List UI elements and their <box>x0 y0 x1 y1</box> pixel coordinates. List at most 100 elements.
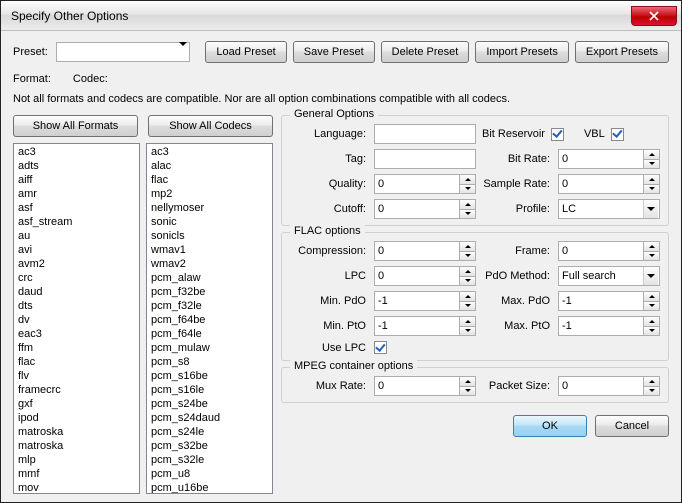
list-item[interactable]: avi <box>14 243 139 257</box>
list-item[interactable]: alac <box>147 159 272 173</box>
list-item[interactable]: ac3 <box>147 145 272 159</box>
list-item[interactable]: flac <box>147 173 272 187</box>
preset-select[interactable] <box>56 42 190 62</box>
list-item[interactable]: mp2 <box>147 187 272 201</box>
list-item[interactable]: asf_stream <box>14 215 139 229</box>
bit-rate-label: Bit Rate: <box>482 153 552 165</box>
show-all-formats-button[interactable]: Show All Formats <box>13 115 138 137</box>
list-item[interactable]: aiff <box>14 173 139 187</box>
list-item[interactable]: flv <box>14 369 139 383</box>
list-item[interactable]: pcm_s24be <box>147 397 272 411</box>
list-item[interactable]: au <box>14 229 139 243</box>
list-item[interactable]: amr <box>14 187 139 201</box>
list-item[interactable]: nellymoser <box>147 201 272 215</box>
formats-listbox[interactable]: ac3adtsaiffamrasfasf_streamauaviavm2crcd… <box>13 143 140 494</box>
use-lpc-checkbox[interactable] <box>374 341 387 354</box>
max-pdo-input[interactable]: -1 <box>558 291 660 311</box>
list-item[interactable]: pcm_u16be <box>147 481 272 494</box>
show-all-codecs-button[interactable]: Show All Codecs <box>148 115 273 137</box>
close-button[interactable] <box>631 6 677 26</box>
window-title: Specify Other Options <box>11 9 631 23</box>
lpc-input[interactable]: 0 <box>374 266 476 286</box>
min-pdo-input[interactable]: -1 <box>374 291 476 311</box>
list-item[interactable]: pcm_s16le <box>147 383 272 397</box>
packet-size-input[interactable]: 0 <box>558 376 660 396</box>
list-item[interactable]: flac <box>14 355 139 369</box>
chevron-down-icon <box>643 267 658 285</box>
list-item[interactable]: pcm_mulaw <box>147 341 272 355</box>
chevron-down-icon <box>643 200 658 218</box>
list-item[interactable]: pcm_s24le <box>147 425 272 439</box>
list-item[interactable]: pcm_f32be <box>147 285 272 299</box>
frame-input[interactable]: 0 <box>558 241 660 261</box>
list-item[interactable]: matroska <box>14 439 139 453</box>
ok-button[interactable]: OK <box>513 415 587 437</box>
mpeg-options-group: MPEG container options Mux Rate: 0 Packe… <box>281 367 669 403</box>
compression-input[interactable]: 0 <box>374 241 476 261</box>
list-item[interactable]: pcm_alaw <box>147 271 272 285</box>
mux-rate-label: Mux Rate: <box>290 380 368 392</box>
codecs-listbox[interactable]: ac3alacflacmp2nellymosersonicsoniclswmav… <box>146 143 273 494</box>
max-pto-input[interactable]: -1 <box>558 316 660 336</box>
close-icon <box>649 11 659 21</box>
save-preset-button[interactable]: Save Preset <box>293 41 375 63</box>
list-item[interactable]: mov <box>14 481 139 494</box>
list-item[interactable]: avm2 <box>14 257 139 271</box>
list-item[interactable]: wmav2 <box>147 257 272 271</box>
list-item[interactable]: pcm_s8 <box>147 355 272 369</box>
list-item[interactable]: gxf <box>14 397 139 411</box>
list-item[interactable]: mmf <box>14 467 139 481</box>
list-item[interactable]: pcm_f64le <box>147 327 272 341</box>
profile-select[interactable]: LC <box>558 199 660 219</box>
bit-reservoir-label: Bit Reservoir <box>482 128 545 140</box>
list-item[interactable]: mlp <box>14 453 139 467</box>
load-preset-button[interactable]: Load Preset <box>205 41 286 63</box>
import-presets-button[interactable]: Import Presets <box>475 41 569 63</box>
list-item[interactable]: ac3 <box>14 145 139 159</box>
titlebar: Specify Other Options <box>1 1 681 31</box>
language-label: Language: <box>290 128 368 140</box>
list-item[interactable]: pcm_f64be <box>147 313 272 327</box>
list-item[interactable]: adts <box>14 159 139 173</box>
list-item[interactable]: ipod <box>14 411 139 425</box>
list-item[interactable]: sonicls <box>147 229 272 243</box>
list-item[interactable]: dv <box>14 313 139 327</box>
spin-down-icon[interactable] <box>644 160 659 169</box>
min-pto-input[interactable]: -1 <box>374 316 476 336</box>
dialog-window: Specify Other Options Preset: Load Prese… <box>0 0 682 503</box>
list-item[interactable]: matroska <box>14 425 139 439</box>
cutoff-input[interactable]: 0 <box>374 199 476 219</box>
list-item[interactable]: pcm_u8 <box>147 467 272 481</box>
list-item[interactable]: wmav1 <box>147 243 272 257</box>
max-pto-label: Max. PtO <box>482 320 552 332</box>
pdo-method-select[interactable]: Full search <box>558 266 660 286</box>
spin-up-icon[interactable] <box>644 150 659 160</box>
list-item[interactable]: eac3 <box>14 327 139 341</box>
bit-reservoir-checkbox[interactable] <box>551 128 564 141</box>
list-item[interactable]: pcm_s32le <box>147 453 272 467</box>
list-item[interactable]: pcm_s32be <box>147 439 272 453</box>
list-item[interactable]: pcm_f32le <box>147 299 272 313</box>
sample-rate-input[interactable]: 0 <box>558 174 660 194</box>
list-item[interactable]: asf <box>14 201 139 215</box>
list-item[interactable]: dts <box>14 299 139 313</box>
tag-input[interactable] <box>374 149 476 169</box>
language-input[interactable] <box>374 124 476 144</box>
list-item[interactable]: pcm_s16be <box>147 369 272 383</box>
delete-preset-button[interactable]: Delete Preset <box>381 41 470 63</box>
list-item[interactable]: crc <box>14 271 139 285</box>
vbl-checkbox[interactable] <box>611 128 624 141</box>
compat-note: Not all formats and codecs are compatibl… <box>13 93 669 105</box>
list-item[interactable]: sonic <box>147 215 272 229</box>
quality-input[interactable]: 0 <box>374 174 476 194</box>
export-presets-button[interactable]: Export Presets <box>575 41 669 63</box>
codec-label: Codec: <box>73 73 108 85</box>
list-item[interactable]: daud <box>14 285 139 299</box>
tag-label: Tag: <box>290 153 368 165</box>
bit-rate-input[interactable]: 0 <box>558 149 660 169</box>
cancel-button[interactable]: Cancel <box>595 415 669 437</box>
list-item[interactable]: framecrc <box>14 383 139 397</box>
list-item[interactable]: ffm <box>14 341 139 355</box>
mux-rate-input[interactable]: 0 <box>374 376 476 396</box>
list-item[interactable]: pcm_s24daud <box>147 411 272 425</box>
